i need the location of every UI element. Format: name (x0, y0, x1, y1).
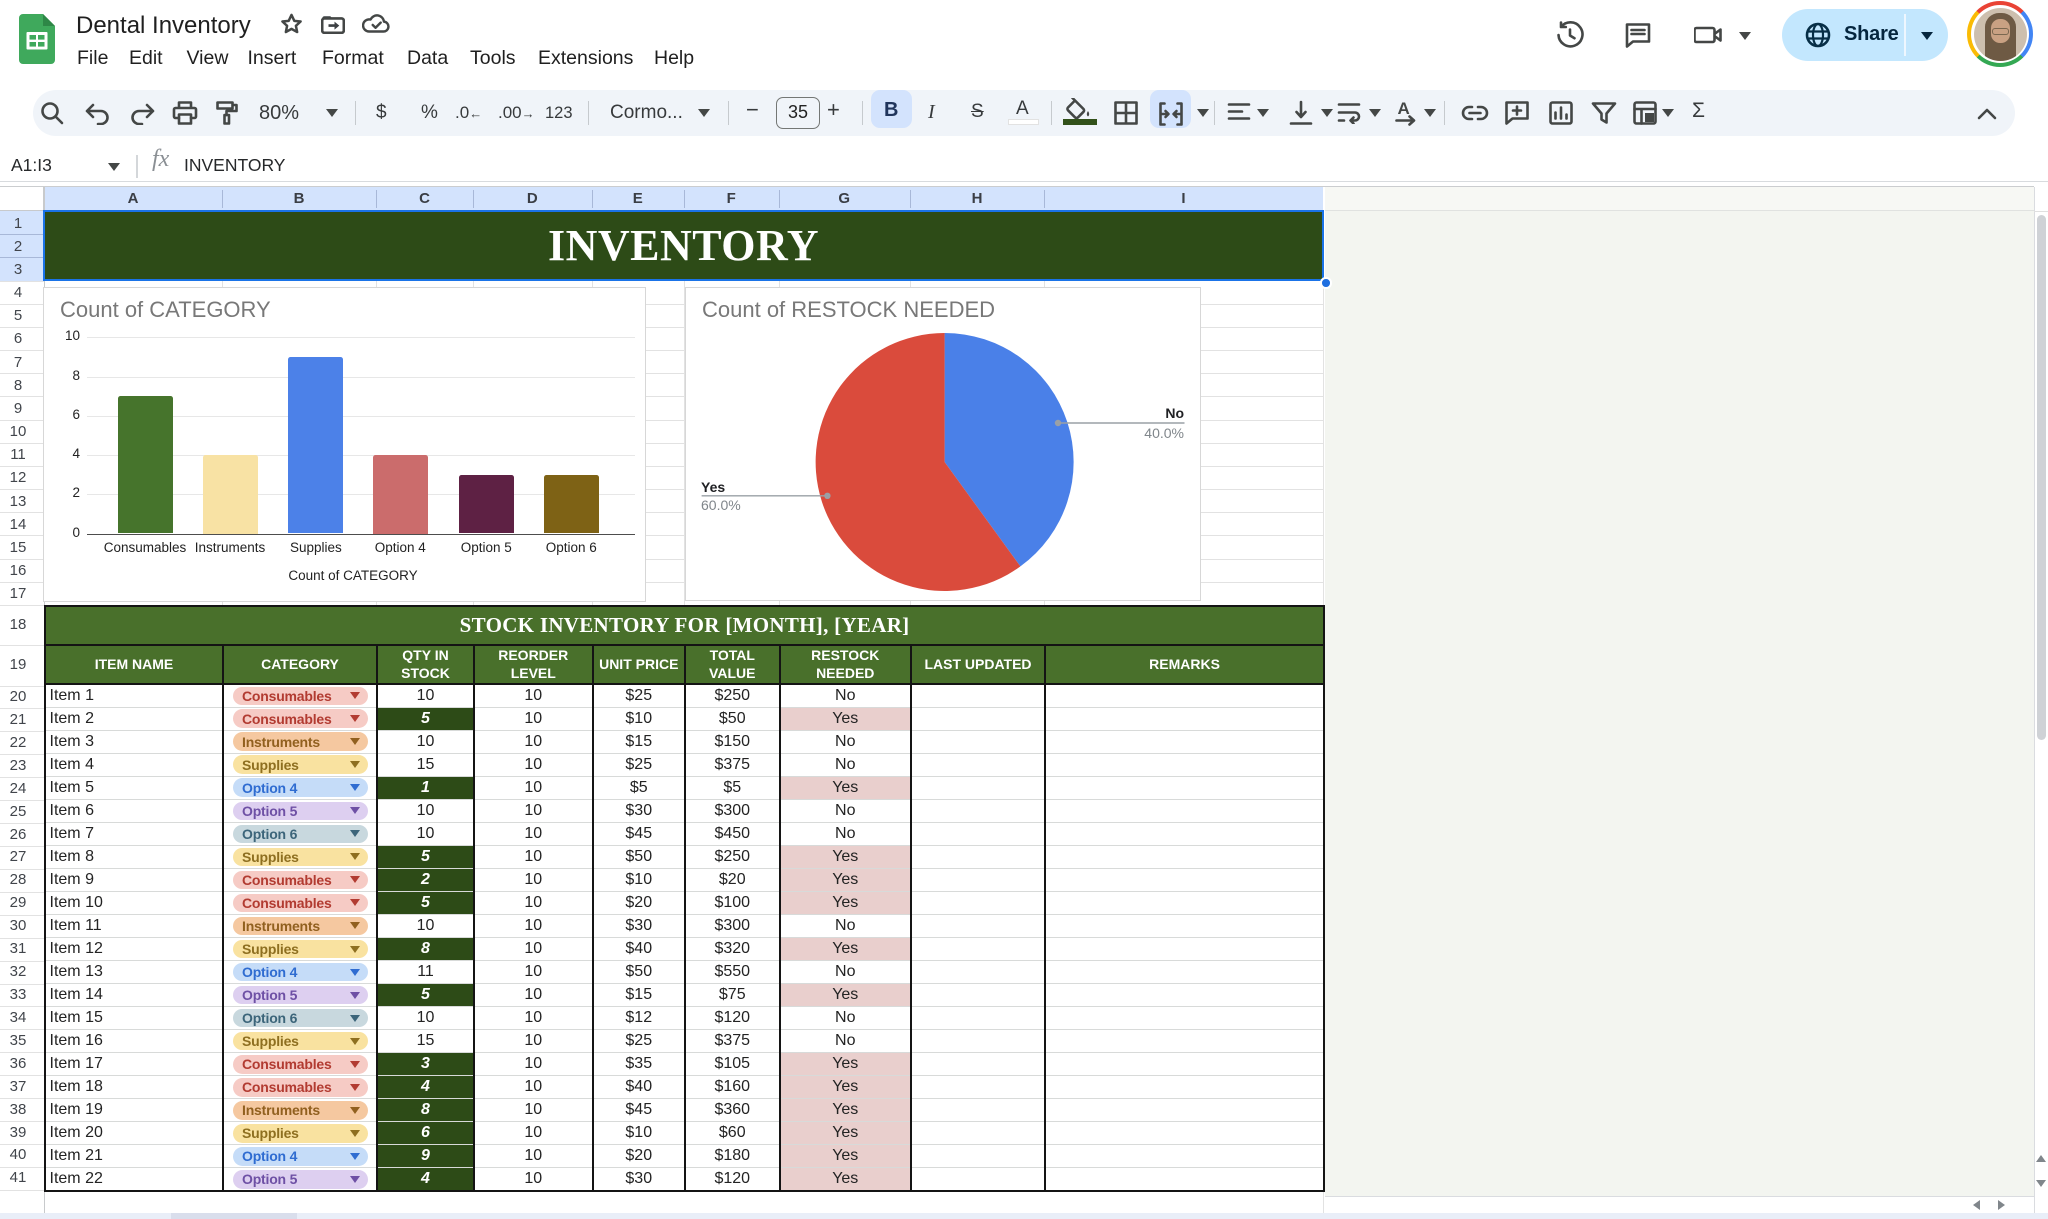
svg-text:A: A (1398, 99, 1410, 118)
